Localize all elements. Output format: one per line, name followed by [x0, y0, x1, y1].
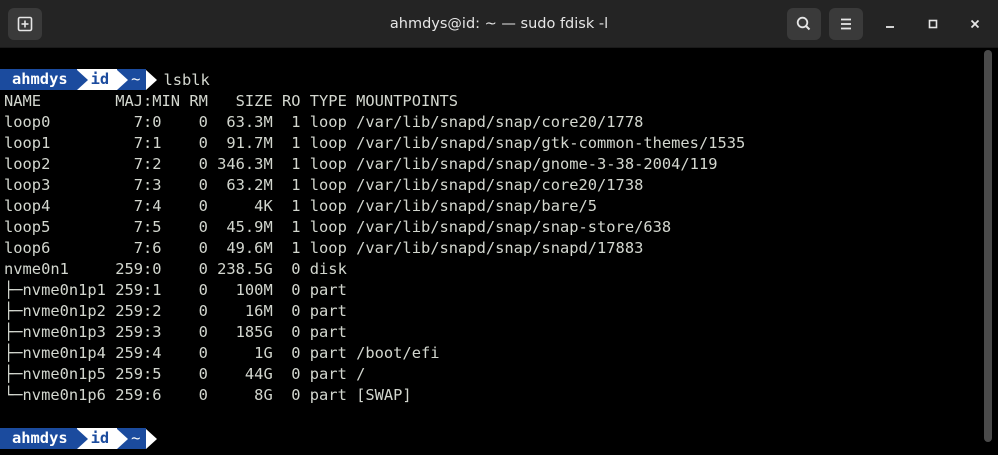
terminal-window: ahmdys@id: ~ — sudo fdisk -l ahmdys id ~… — [0, 0, 998, 455]
new-tab-button[interactable] — [8, 8, 42, 40]
table-row: ├─nvme0n1p2 259:2 0 16M 0 part — [4, 302, 347, 320]
table-row: loop2 7:2 0 346.3M 1 loop /var/lib/snapd… — [4, 155, 718, 173]
prompt-user: ahmdys — [0, 428, 77, 449]
table-row: loop3 7:3 0 63.2M 1 loop /var/lib/snapd/… — [4, 176, 644, 194]
scrollbar[interactable] — [984, 50, 992, 442]
maximize-icon — [928, 19, 938, 29]
command-text: lsblk — [163, 70, 210, 89]
maximize-button[interactable] — [922, 13, 944, 35]
prompt-end-arrow — [146, 428, 158, 449]
table-row: loop4 7:4 0 4K 1 loop /var/lib/snapd/sna… — [4, 197, 598, 215]
prompt-separator — [117, 428, 129, 449]
prompt-separator — [76, 428, 88, 449]
minimize-button[interactable] — [879, 13, 901, 35]
prompt-line: ahmdys id ~ — [0, 428, 158, 449]
prompt-separator — [76, 69, 88, 90]
table-row: ├─nvme0n1p5 259:5 0 44G 0 part / — [4, 365, 366, 383]
table-row: nvme0n1 259:0 0 238.5G 0 disk — [4, 260, 347, 278]
prompt-separator — [117, 69, 129, 90]
prompt-line: ahmdys id ~ lsblk — [0, 69, 210, 90]
menu-button[interactable] — [829, 8, 863, 40]
terminal-output[interactable]: ahmdys id ~ lsblk NAME MAJ:MIN RM SIZE R… — [0, 48, 998, 455]
header-bar: ahmdys@id: ~ — sudo fdisk -l — [0, 0, 998, 48]
table-row: ├─nvme0n1p1 259:1 0 100M 0 part — [4, 281, 347, 299]
table-header: NAME MAJ:MIN RM SIZE RO TYPE MOUNTPOINTS — [4, 92, 459, 110]
close-button[interactable] — [964, 13, 986, 35]
table-row: ├─nvme0n1p4 259:4 0 1G 0 part /boot/efi — [4, 344, 440, 362]
prompt-user: ahmdys — [0, 69, 77, 90]
new-tab-icon — [17, 16, 33, 32]
search-button[interactable] — [787, 8, 821, 40]
table-row: loop6 7:6 0 49.6M 1 loop /var/lib/snapd/… — [4, 239, 644, 257]
table-row: ├─nvme0n1p3 259:3 0 185G 0 part — [4, 323, 347, 341]
hamburger-menu-icon — [841, 18, 851, 30]
search-icon — [796, 16, 811, 31]
table-row: loop0 7:0 0 63.3M 1 loop /var/lib/snapd/… — [4, 113, 644, 131]
table-row: └─nvme0n1p6 259:6 0 8G 0 part [SWAP] — [4, 386, 412, 404]
table-row: loop1 7:1 0 91.7M 1 loop /var/lib/snapd/… — [4, 134, 746, 152]
table-row: loop5 7:5 0 45.9M 1 loop /var/lib/snapd/… — [4, 218, 672, 236]
close-icon — [970, 19, 980, 29]
minimize-icon — [886, 26, 894, 28]
prompt-end-arrow — [146, 69, 158, 90]
